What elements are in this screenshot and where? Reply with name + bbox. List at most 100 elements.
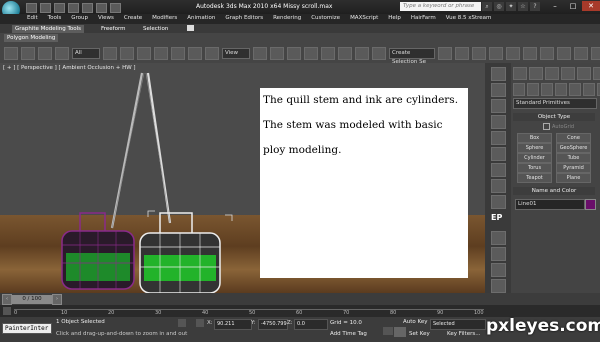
menu-hairfarm[interactable]: HairFarm: [411, 15, 436, 21]
hierarchy-tab-icon[interactable]: [545, 67, 559, 80]
absolute-mode-icon[interactable]: [196, 319, 204, 327]
object-name-field[interactable]: Line01: [515, 199, 585, 210]
lights-icon[interactable]: [541, 83, 553, 96]
mirror-icon[interactable]: [438, 47, 452, 60]
edit-named-selections-icon[interactable]: [372, 47, 386, 60]
z-coordinate-field[interactable]: 0.0: [294, 319, 328, 330]
favorites-icon[interactable]: ☆: [518, 2, 528, 11]
cut-icon[interactable]: [491, 115, 506, 129]
graphite-icon[interactable]: [491, 67, 506, 81]
fetch-icon[interactable]: [110, 3, 121, 13]
menu-group[interactable]: Group: [71, 15, 88, 21]
tab-graphite-modeling-tools[interactable]: Graphite Modeling Tools: [12, 25, 85, 33]
window-crossing-icon[interactable]: [154, 47, 168, 60]
wrench-icon[interactable]: [491, 231, 506, 245]
mini-curve-editor-icon[interactable]: [3, 307, 11, 315]
spinner-snap-icon[interactable]: [355, 47, 369, 60]
box-button[interactable]: Box: [517, 133, 552, 143]
selection-filter-dropdown[interactable]: All: [72, 48, 100, 59]
close-button[interactable]: ✕: [582, 1, 600, 11]
tube-button[interactable]: Tube: [556, 153, 591, 163]
cameras-icon[interactable]: [555, 83, 567, 96]
set-key-button[interactable]: Set Key: [409, 331, 430, 337]
tab-selection[interactable]: Selection: [140, 25, 171, 33]
plane-button[interactable]: Plane: [556, 173, 591, 183]
select-manipulate-icon[interactable]: [270, 47, 284, 60]
graphite-toggle-icon[interactable]: [489, 47, 503, 60]
pivot-center-icon[interactable]: [253, 47, 267, 60]
primitive-category-dropdown[interactable]: Standard Primitives: [513, 98, 597, 109]
menu-graph-editors[interactable]: Graph Editors: [225, 15, 263, 21]
object-type-rollout-title[interactable]: Object Type: [513, 113, 595, 121]
communication-center-icon[interactable]: ✦: [506, 2, 516, 11]
torus-button[interactable]: Torus: [517, 163, 552, 173]
render-production-icon[interactable]: [591, 47, 600, 60]
rendered-frame-window-icon[interactable]: [574, 47, 588, 60]
rectangular-selection-icon[interactable]: [137, 47, 151, 60]
add-time-tag[interactable]: Add Time Tag: [330, 331, 367, 337]
render-setup-icon[interactable]: [557, 47, 571, 60]
key-filters-button[interactable]: Key Filters...: [447, 331, 480, 337]
menu-help[interactable]: Help: [388, 15, 401, 21]
shapes-icon[interactable]: [527, 83, 539, 96]
key-icon[interactable]: [394, 327, 406, 337]
object-color-swatch[interactable]: [585, 199, 596, 210]
time-tag-icon[interactable]: [383, 327, 393, 335]
geosphere-button[interactable]: GeoSphere: [556, 143, 591, 153]
create-tab-icon[interactable]: [513, 67, 527, 80]
utilities-tab-icon[interactable]: [593, 67, 600, 80]
mirror-axis-icon[interactable]: [491, 147, 506, 161]
align-icon[interactable]: [455, 47, 469, 60]
percent-snap-icon[interactable]: [338, 47, 352, 60]
time-slider-thumb[interactable]: ‹ 0 / 100 ›: [2, 294, 62, 305]
undo-icon[interactable]: [68, 3, 79, 13]
menu-vue-xstream[interactable]: Vue 8.5 xStream: [446, 15, 492, 21]
y-coordinate-field[interactable]: -4750.799: [258, 319, 288, 330]
flow-icon[interactable]: [491, 247, 506, 261]
next-frame-icon[interactable]: ›: [52, 294, 62, 305]
help-icon[interactable]: ?: [530, 2, 540, 11]
viewport-label[interactable]: [ + ] [ Perspective ] [ Ambient Occlusio…: [3, 65, 136, 71]
extrude-icon[interactable]: [491, 179, 506, 193]
key-mode-dropdown[interactable]: Selected: [430, 319, 486, 330]
hold-icon[interactable]: [96, 3, 107, 13]
teapot-button[interactable]: Teapot: [517, 173, 552, 183]
space-warps-icon[interactable]: [583, 83, 595, 96]
motion-tab-icon[interactable]: [561, 67, 575, 80]
save-icon[interactable]: [54, 3, 65, 13]
geometry-icon[interactable]: [513, 83, 525, 96]
bevel-icon[interactable]: [491, 163, 506, 177]
subscription-icon[interactable]: ◎: [494, 2, 504, 11]
new-file-icon[interactable]: [26, 3, 37, 13]
sphere-button[interactable]: Sphere: [517, 143, 552, 153]
maxscript-listener[interactable]: PainterInter: [2, 323, 52, 334]
search-icon[interactable]: ⌕: [482, 2, 492, 11]
x-coordinate-field[interactable]: 90.211: [214, 319, 252, 330]
menu-customize[interactable]: Customize: [311, 15, 340, 21]
ribbon-toggle-icon[interactable]: [187, 25, 194, 31]
unlink-icon[interactable]: [38, 47, 52, 60]
keyboard-shortcut-icon[interactable]: [287, 47, 301, 60]
menu-tools[interactable]: Tools: [48, 15, 62, 21]
pyramid-button[interactable]: Pyramid: [556, 163, 591, 173]
snaps-toggle-icon[interactable]: [304, 47, 318, 60]
select-by-name-icon[interactable]: [120, 47, 134, 60]
box-shape-icon[interactable]: [491, 195, 506, 209]
move-icon[interactable]: [171, 47, 185, 60]
maximize-button[interactable]: □: [564, 1, 582, 11]
search-input[interactable]: Type a keyword or phrase: [400, 2, 481, 11]
edit-poly-label[interactable]: EP: [491, 213, 502, 222]
rotate-icon[interactable]: [188, 47, 202, 60]
selection-lock-icon[interactable]: [178, 319, 186, 327]
name-and-color-rollout-title[interactable]: Name and Color: [513, 187, 595, 195]
perspective-viewport[interactable]: [ + ] [ Perspective ] [ Ambient Occlusio…: [0, 63, 485, 293]
tab-freeform[interactable]: Freeform: [98, 25, 129, 33]
menu-rendering[interactable]: Rendering: [273, 15, 301, 21]
cone-button[interactable]: Cone: [556, 133, 591, 143]
spline-icon[interactable]: [491, 263, 506, 277]
redo-icon[interactable]: [82, 3, 93, 13]
open-file-icon[interactable]: [40, 3, 51, 13]
edit-poly-icon[interactable]: [491, 83, 506, 97]
polygon-modeling-panel[interactable]: Polygon Modeling: [4, 34, 59, 42]
time-slider[interactable]: ‹ 0 / 100 ›: [0, 293, 600, 305]
